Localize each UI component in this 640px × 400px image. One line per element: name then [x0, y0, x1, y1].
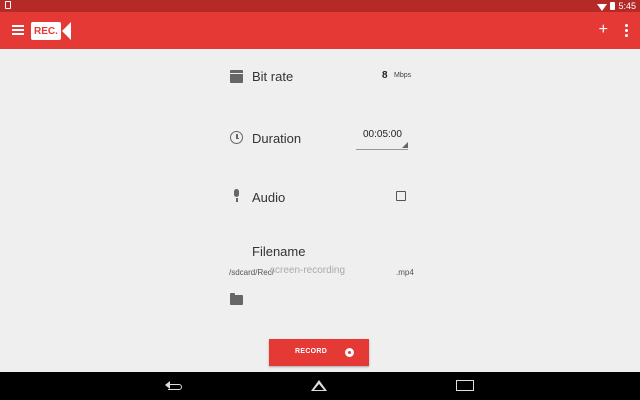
clapperboard-icon	[230, 70, 243, 83]
recent-apps-icon[interactable]	[456, 380, 474, 391]
bitrate-unit: Mbps	[394, 72, 412, 79]
logo-text: REC.	[31, 22, 61, 40]
duration-label: Duration	[252, 131, 302, 146]
filename-extension: .mp4	[396, 268, 414, 277]
record-button[interactable]: RECORD	[269, 339, 369, 366]
record-button-label: RECORD	[295, 348, 328, 355]
app-logo: REC.	[31, 21, 71, 41]
audio-label: Audio	[252, 190, 286, 205]
dropdown-arrow-icon	[402, 142, 408, 148]
add-icon[interactable]: +	[599, 22, 608, 38]
folder-icon	[230, 293, 243, 305]
navigation-bar	[0, 372, 640, 400]
back-icon[interactable]	[164, 380, 184, 392]
clock-icon	[230, 131, 243, 144]
settings-content: Bit rate 8 Mbps Duration 00:05:00 Audio …	[0, 49, 640, 372]
duration-value: 00:05:00	[363, 129, 402, 140]
duration-dropdown[interactable]: 00:05:00	[356, 129, 408, 150]
filename-input[interactable]: screen-recording	[270, 265, 390, 276]
app-bar: REC. +	[0, 12, 640, 49]
record-icon	[345, 348, 354, 357]
filename-label: Filename	[252, 244, 306, 259]
wifi-icon	[597, 3, 608, 11]
battery-icon	[610, 2, 616, 10]
microphone-icon	[230, 189, 243, 202]
filename-prefix: /sdcard/Rec/	[229, 268, 274, 277]
camera-icon	[61, 22, 71, 40]
bitrate-value[interactable]: 8	[382, 70, 388, 81]
status-time: 5:45	[618, 1, 636, 11]
overflow-menu-icon[interactable]	[625, 24, 628, 37]
status-bar: 5:45	[0, 0, 640, 12]
audio-checkbox[interactable]	[396, 191, 406, 201]
notification-icon	[5, 1, 11, 9]
bitrate-label: Bit rate	[252, 69, 294, 84]
menu-icon[interactable]	[12, 25, 24, 35]
home-icon[interactable]	[309, 380, 329, 392]
status-icons: 5:45	[597, 0, 636, 12]
